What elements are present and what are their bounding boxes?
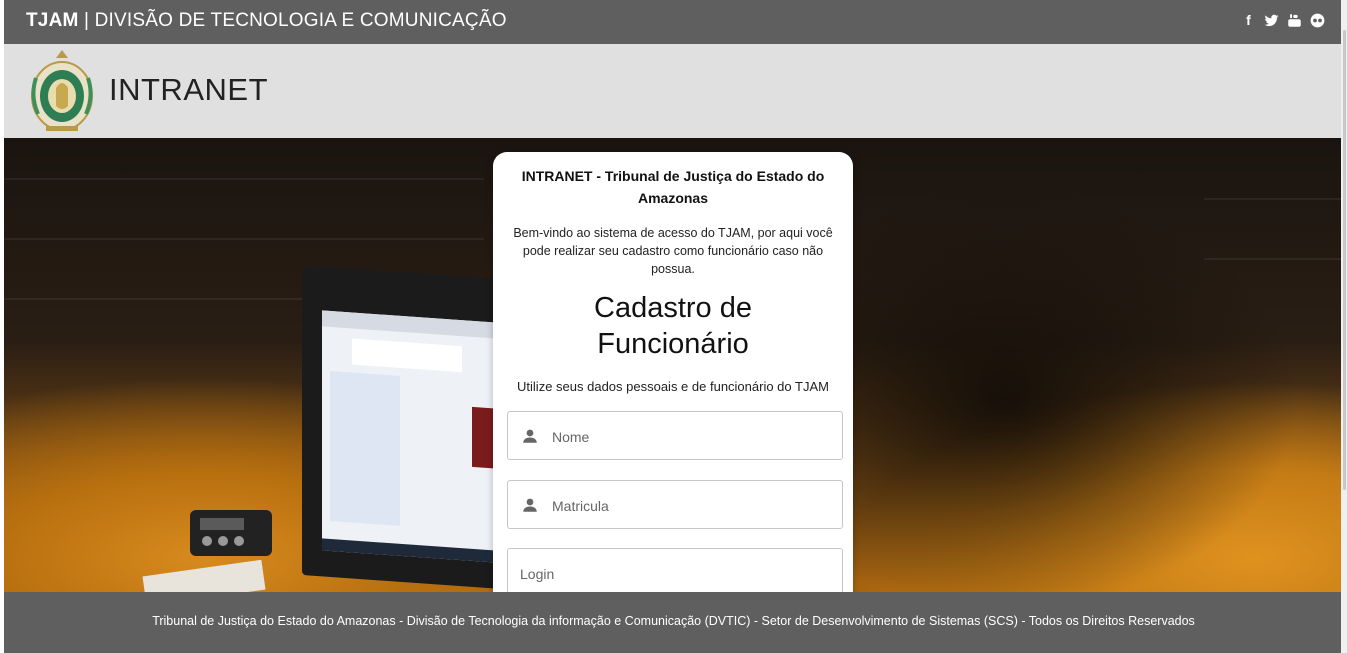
brand-bold: TJAM <box>26 10 79 31</box>
form-heading: Cadastro de Funcionário <box>493 290 853 362</box>
youtube-icon[interactable] <box>1287 13 1302 28</box>
nome-input[interactable] <box>550 412 834 461</box>
wall-slat <box>1204 198 1341 200</box>
footer-text: Tribunal de Justiça do Estado do Amazona… <box>152 614 1195 628</box>
matricula-field[interactable] <box>507 480 843 530</box>
device-display <box>200 518 244 530</box>
site-header: INTRANET <box>4 44 1341 138</box>
wall-slat <box>1204 258 1341 260</box>
person-icon <box>523 429 537 443</box>
person-icon <box>523 498 537 512</box>
welcome-text: Bem-vindo ao sistema de acesso do TJAM, … <box>513 226 833 276</box>
registration-card: INTRANET - Tribunal de Justiça do Estado… <box>493 152 853 612</box>
login-input[interactable] <box>518 549 832 598</box>
wall-slat <box>4 178 484 180</box>
wall-slat <box>4 238 484 240</box>
device-button <box>202 536 212 546</box>
scrollbar-thumb[interactable] <box>1343 30 1346 490</box>
flickr-icon[interactable] <box>1310 13 1325 28</box>
device-button <box>234 536 244 546</box>
login-field[interactable] <box>507 548 843 598</box>
nome-field[interactable] <box>507 411 843 461</box>
twitter-icon[interactable] <box>1264 13 1279 28</box>
browser-bar <box>322 310 497 339</box>
social-links: f <box>1241 13 1325 28</box>
brand-division: DIVISÃO DE TECNOLOGIA E COMUNICAÇÃO <box>94 10 507 31</box>
page-scrollbar[interactable] <box>1341 0 1347 653</box>
form-heading-line2: Funcionário <box>597 328 749 360</box>
paper-sheet <box>142 559 266 592</box>
form-heading-line1: Cadastro de <box>594 292 752 324</box>
brand-separator: | <box>78 10 95 31</box>
top-bar-title: TJAM | DIVISÃO DE TECNOLOGIA E COMUNICAÇ… <box>26 10 507 32</box>
top-bar: TJAM | DIVISÃO DE TECNOLOGIA E COMUNICAÇ… <box>4 0 1341 44</box>
site-footer: Tribunal de Justiça do Estado do Amazona… <box>4 592 1341 653</box>
laptop <box>302 265 502 589</box>
page-frame: TJAM | DIVISÃO DE TECNOLOGIA E COMUNICAÇ… <box>4 0 1341 653</box>
facebook-icon[interactable]: f <box>1241 13 1256 28</box>
laptop-screen <box>322 310 502 563</box>
desk-device <box>190 510 272 556</box>
card-title: INTRANET - Tribunal de Justiça do Estado… <box>521 168 825 206</box>
device-button <box>218 536 228 546</box>
screen-taskbar <box>322 538 497 563</box>
screen-header <box>352 338 462 373</box>
matricula-input[interactable] <box>550 481 834 530</box>
form-subtitle: Utilize seus dados pessoais e de funcion… <box>517 379 829 394</box>
intranet-title: INTRANET <box>109 72 268 107</box>
screen-sidebar <box>330 370 400 526</box>
tjam-coat-of-arms-logo[interactable] <box>28 48 96 134</box>
